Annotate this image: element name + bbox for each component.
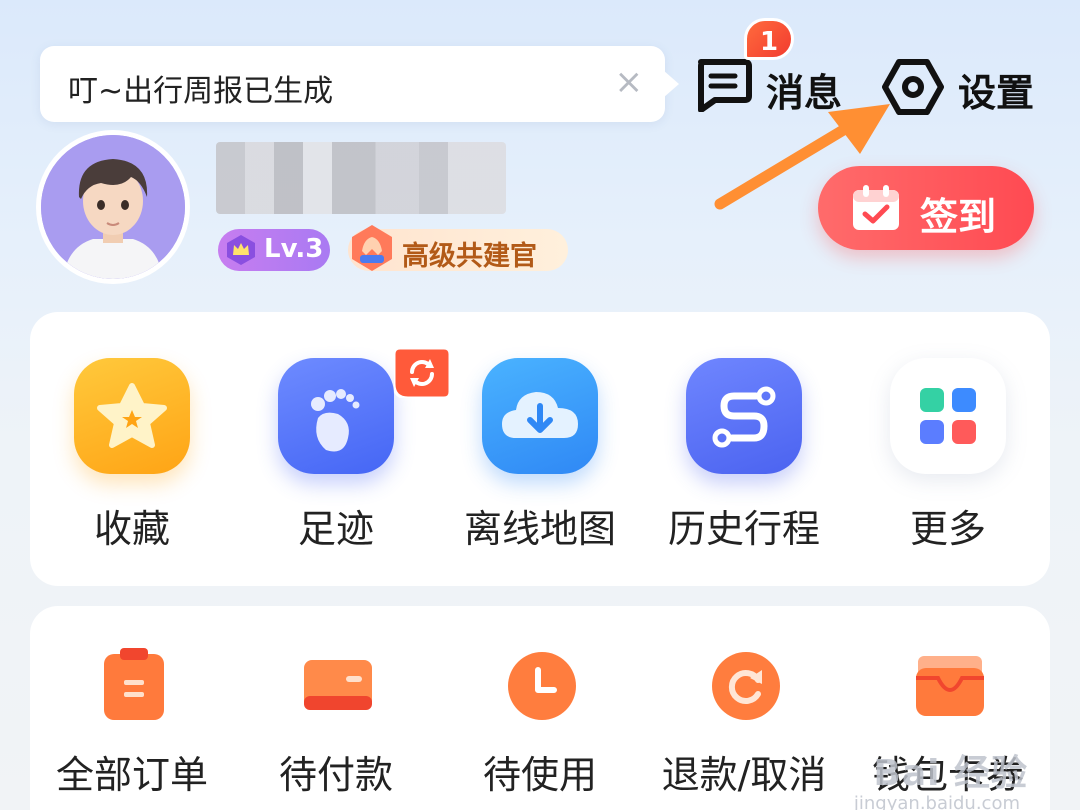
order-refund-cancel[interactable]: 退款/取消 — [642, 606, 846, 806]
watermark-logo: Bai 经验 — [873, 753, 1028, 794]
quick-action-favorites[interactable]: 收藏 — [30, 312, 234, 572]
card-icon — [304, 660, 372, 710]
handshake-icon — [352, 225, 392, 271]
quick-actions-card: 收藏 足迹 离线地图 历史行程 更多 — [30, 312, 1050, 586]
sign-in-label: 签到 — [920, 195, 997, 239]
toast-text: 叮~出行周报已生成 — [68, 74, 334, 109]
level-text: Lv.3 — [264, 234, 324, 264]
order-pending-payment[interactable]: 待付款 — [234, 606, 438, 806]
footprint-icon — [278, 358, 394, 474]
quick-action-trip-history[interactable]: 历史行程 — [642, 312, 846, 572]
crown-icon — [227, 235, 255, 265]
grid-icon — [890, 358, 1006, 474]
star-icon — [74, 358, 190, 474]
username-blurred — [216, 142, 506, 214]
sign-in-button[interactable]: 签到 — [818, 166, 1034, 250]
avatar[interactable] — [36, 130, 190, 284]
wallet-icon — [916, 656, 984, 716]
order-label: 待付款 — [278, 753, 393, 797]
order-all[interactable]: 全部订单 — [30, 606, 234, 806]
order-label: 待使用 — [482, 753, 597, 797]
quick-action-label: 足迹 — [297, 507, 374, 551]
notification-toast[interactable]: 叮~出行周报已生成 × — [40, 46, 679, 122]
watermark-url: jingyan.baidu.com — [853, 793, 1020, 810]
cloud-download-icon — [482, 358, 598, 474]
quick-action-offline-map[interactable]: 离线地图 — [438, 312, 642, 572]
clock-icon — [508, 652, 576, 720]
order-label: 退款/取消 — [661, 753, 827, 797]
clipboard-icon — [104, 648, 164, 720]
route-icon — [686, 358, 802, 474]
settings-label[interactable]: 设置 — [958, 62, 1034, 117]
avatar-illustration — [41, 135, 185, 279]
title-text: 高级共建官 — [402, 241, 537, 272]
quick-action-label: 更多 — [909, 507, 986, 551]
quick-action-label: 历史行程 — [667, 507, 820, 551]
quick-action-more[interactable]: 更多 — [846, 312, 1050, 572]
refresh-icon — [712, 652, 780, 720]
close-icon[interactable]: × — [615, 62, 644, 102]
message-count-badge: 1 — [744, 18, 794, 60]
quick-action-footprints[interactable]: 足迹 — [234, 312, 450, 572]
contributor-title-badge[interactable]: 高级共建官 — [348, 225, 568, 272]
level-badge[interactable]: Lv.3 — [218, 229, 330, 271]
order-to-use[interactable]: 待使用 — [438, 606, 642, 806]
order-label: 全部订单 — [55, 753, 208, 797]
quick-action-label: 离线地图 — [463, 507, 616, 551]
calendar-check-icon — [853, 185, 899, 230]
quick-action-label: 收藏 — [93, 507, 170, 551]
